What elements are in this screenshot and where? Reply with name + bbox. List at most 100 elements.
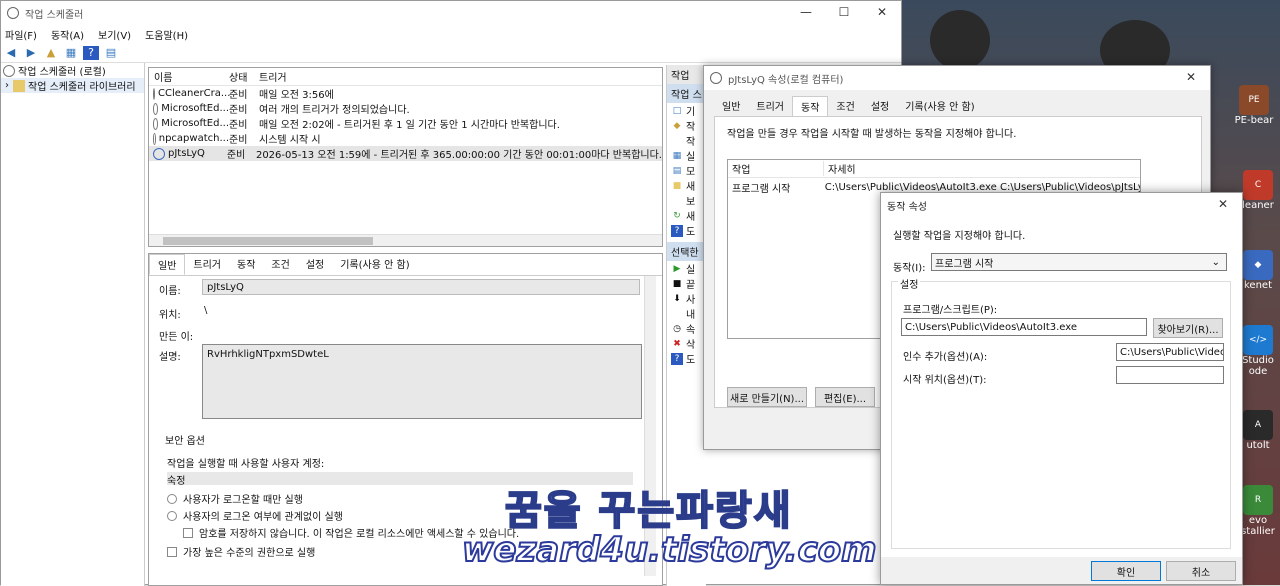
- forward-arrow-icon[interactable]: ▶: [23, 46, 39, 60]
- edit-action-button[interactable]: 편집(E)...: [815, 387, 875, 407]
- checkbox-label: 가장 높은 수준의 권한으로 실행: [183, 548, 316, 559]
- action-item[interactable]: ■ 새: [667, 178, 706, 194]
- horizontal-scrollbar[interactable]: [149, 234, 662, 246]
- task-row[interactable]: MicrosoftEd... 준비 여러 개의 트리거가 정의되었습니다.: [149, 101, 662, 116]
- action-item[interactable]: ↻ 새: [667, 208, 706, 224]
- menu-action[interactable]: 동작(A): [51, 27, 84, 42]
- action-instruction: 실행할 작업을 지정해야 합니다.: [893, 231, 1026, 242]
- detail-tab-settings[interactable]: 설정: [298, 254, 332, 275]
- action-label: 기: [686, 107, 696, 118]
- disable-icon: ⬇: [673, 293, 681, 304]
- action-label: 보: [686, 197, 696, 208]
- window-title: 작업 스케줄러: [25, 9, 84, 21]
- back-arrow-icon[interactable]: ◀: [3, 46, 19, 60]
- close-button[interactable]: ✕: [1204, 193, 1242, 215]
- action-label: 끝: [686, 280, 696, 291]
- description-value: RvHrhkligNTpxmSDwteL: [207, 349, 329, 360]
- task-row[interactable]: CCleanerCra... 준비 매일 오전 3:56에: [149, 86, 662, 101]
- action-detail: C:\Users\Public\Videos\AutoIt3.exe C:\Us…: [824, 181, 1140, 193]
- column-detail[interactable]: 자세히: [824, 161, 856, 176]
- scrollbar-thumb[interactable]: [163, 237, 373, 245]
- start-in-input[interactable]: [1116, 366, 1224, 384]
- action-dialog-title: 동작 속성: [887, 201, 927, 213]
- action-icon: [671, 135, 683, 147]
- action-item[interactable]: ▤ 모: [667, 163, 706, 179]
- start-in-label: 시작 위치(옵션)(T):: [903, 375, 987, 386]
- desktop-icon-pebear[interactable]: PE PE-bear: [1230, 85, 1278, 126]
- task-status: 준비: [229, 120, 248, 131]
- action-icon: [671, 308, 683, 320]
- clock-icon: [7, 7, 19, 19]
- action-label: 도: [686, 227, 696, 238]
- task-name: MicrosoftEd...: [161, 103, 229, 114]
- tab-conditions[interactable]: 조건: [828, 96, 862, 117]
- watermark-url: wezard4u.tistory.com: [461, 529, 878, 571]
- action-item[interactable]: ? 도: [667, 223, 706, 238]
- minimize-button[interactable]: —: [787, 1, 825, 23]
- action-label: 새: [686, 212, 696, 223]
- action-item[interactable]: ◷ 속: [667, 321, 706, 337]
- detail-tab-triggers[interactable]: 트리거: [185, 254, 229, 275]
- folder-up-icon[interactable]: ▲: [43, 46, 59, 60]
- column-status[interactable]: 상태: [229, 69, 259, 84]
- action-item[interactable]: 보: [667, 193, 706, 208]
- radio-label: 사용자가 로그온할 때만 실행: [183, 495, 303, 506]
- close-button[interactable]: ✕: [863, 1, 901, 23]
- tab-settings[interactable]: 설정: [863, 96, 897, 117]
- menu-file[interactable]: 파일(F): [5, 27, 37, 42]
- task-row[interactable]: MicrosoftEd... 준비 매일 오전 2:02에 - 트리거된 후 1…: [149, 116, 662, 131]
- menu-view[interactable]: 보기(V): [98, 27, 131, 42]
- column-name[interactable]: 이름: [149, 69, 229, 84]
- show-hide-pane-icon[interactable]: ▦: [63, 46, 79, 60]
- action-item[interactable]: ✖ 삭: [667, 336, 706, 352]
- description-box: RvHrhkligNTpxmSDwteL: [202, 344, 642, 419]
- tab-history[interactable]: 기록(사용 안 함): [897, 96, 982, 117]
- detail-tab-conditions[interactable]: 조건: [263, 254, 297, 275]
- action-item[interactable]: ◆ 작: [667, 118, 706, 134]
- action-item[interactable]: 작: [667, 133, 706, 148]
- ok-button[interactable]: 확인: [1091, 561, 1161, 581]
- action-item[interactable]: 내: [667, 306, 706, 321]
- action-item[interactable]: ▶ 실: [667, 261, 706, 277]
- detail-tab-actions[interactable]: 동작: [229, 254, 263, 275]
- new-action-button[interactable]: 새로 만들기(N)...: [727, 387, 807, 407]
- name-label: 이름:: [159, 286, 181, 297]
- action-item[interactable]: □ 기: [667, 103, 706, 119]
- tree-item-root[interactable]: 작업 스케줄러 (로컬): [1, 63, 144, 78]
- arguments-input[interactable]: C:\Users\Public\Videos: [1116, 343, 1224, 361]
- action-item[interactable]: ▦ 실: [667, 148, 706, 164]
- detail-tabs: 일반 트리거 동작 조건 설정 기록(사용 안 함): [149, 254, 662, 276]
- cancel-button[interactable]: 취소: [1166, 561, 1236, 581]
- column-trigger[interactable]: 트리거: [259, 69, 287, 84]
- tree-item-library[interactable]: › 작업 스케줄러 라이브러리: [1, 78, 144, 93]
- tree-label: 작업 스케줄러 라이브러리: [28, 82, 136, 93]
- actions-list-header: 작업 자세히: [728, 160, 1140, 178]
- tab-triggers[interactable]: 트리거: [748, 96, 792, 117]
- task-status: 준비: [226, 150, 246, 161]
- program-input[interactable]: C:\Users\Public\Videos\AutoIt3.exe: [901, 318, 1147, 336]
- task-trigger: 매일 오전 3:56에: [259, 90, 334, 101]
- task-row-selected[interactable]: pJtsLyQ 준비 2026-05-13 오전 1:59에 - 트리거된 후 …: [149, 146, 662, 161]
- close-button[interactable]: ✕: [1172, 66, 1210, 88]
- help-icon: ?: [671, 352, 683, 365]
- action-item[interactable]: ⬇ 사: [667, 291, 706, 307]
- clock-icon: [3, 64, 15, 77]
- maximize-button[interactable]: ☐: [825, 1, 863, 23]
- action-item[interactable]: ■ 끝: [667, 276, 706, 292]
- column-action[interactable]: 작업: [728, 161, 824, 176]
- security-account-label: 작업을 실행할 때 사용할 사용자 계정:: [167, 459, 325, 470]
- help-icon[interactable]: ?: [83, 45, 99, 60]
- detail-tab-general[interactable]: 일반: [149, 254, 186, 275]
- action-type-select[interactable]: 프로그램 시작 ⌄: [931, 253, 1227, 271]
- task-row[interactable]: npcapwatch... 준비 시스템 시작 시: [149, 131, 662, 146]
- tab-actions[interactable]: 동작: [792, 96, 829, 117]
- menu-help[interactable]: 도움말(H): [145, 27, 188, 42]
- task-icon: [153, 117, 159, 130]
- properties-icon[interactable]: ▤: [103, 46, 119, 60]
- autoit-icon: A: [1243, 410, 1273, 440]
- action-item[interactable]: ? 도: [667, 351, 706, 366]
- browse-button[interactable]: 찾아보기(R)...: [1153, 318, 1223, 338]
- folder-icon: ■: [672, 180, 682, 191]
- detail-tab-history[interactable]: 기록(사용 안 함): [332, 254, 417, 275]
- tab-general[interactable]: 일반: [714, 96, 748, 117]
